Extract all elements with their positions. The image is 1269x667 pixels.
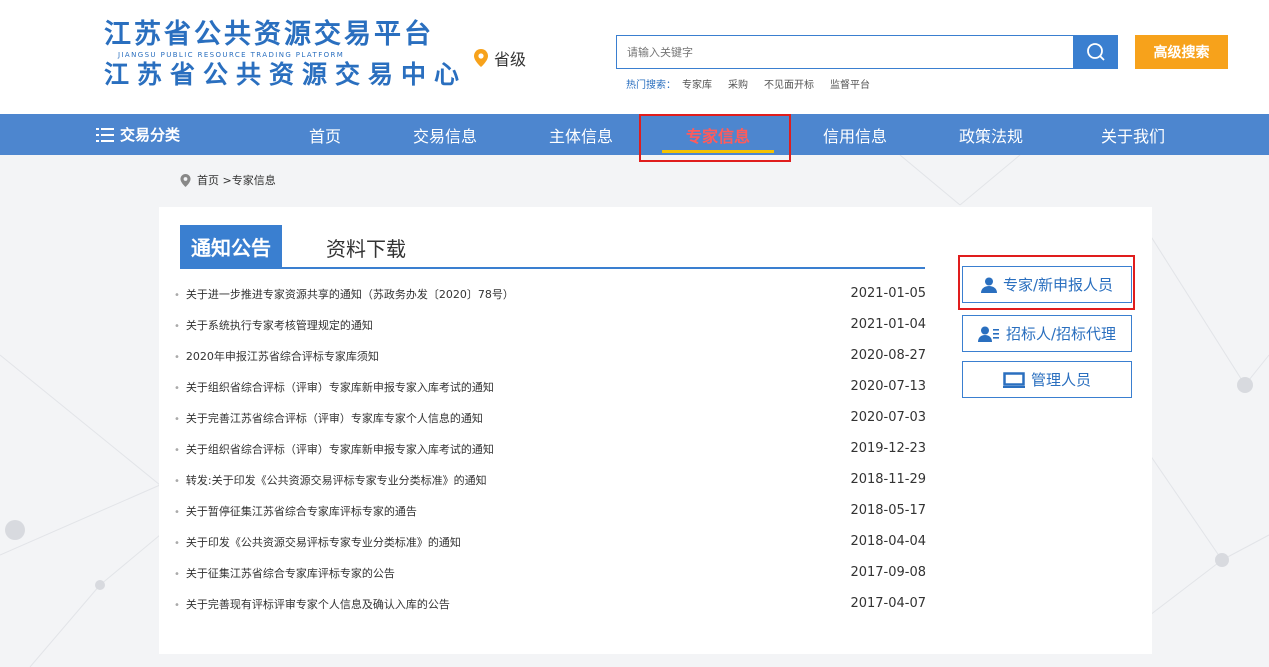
search-icon — [1087, 43, 1105, 61]
notice-date: 2019-12-23 — [850, 441, 926, 456]
location-pin-icon — [180, 173, 191, 187]
breadcrumb: 首页 >专家信息 — [180, 172, 276, 188]
tab-underline — [180, 267, 925, 269]
hot-search-label: 热门搜索： — [626, 80, 676, 91]
list-item[interactable]: 关于进一步推进专家资源共享的通知（苏政务办发〔2020〕78号） 2021-01… — [174, 278, 926, 309]
hot-search-item[interactable]: 不见面开标 — [764, 76, 814, 91]
nav-entity-info[interactable]: 主体信息 — [538, 114, 624, 155]
hot-searches: 热门搜索： 专家库 采购 不见面开标 监督平台 — [626, 76, 880, 91]
notice-title[interactable]: 转发:关于印发《公共资源交易评标专家专业分类标准》的通知 — [174, 472, 487, 488]
location-pin-icon — [474, 49, 488, 67]
notice-date: 2020-07-13 — [850, 379, 926, 394]
logo-center-name: 江苏省公共资源交易中心 — [104, 60, 468, 89]
nav-credit-info[interactable]: 信用信息 — [812, 114, 898, 155]
notice-title[interactable]: 关于进一步推进专家资源共享的通知（苏政务办发〔2020〕78号） — [174, 286, 514, 302]
list-item[interactable]: 关于系统执行专家考核管理规定的通知 2021-01-04 — [174, 309, 926, 340]
users-icon — [977, 326, 999, 342]
notice-title[interactable]: 关于组织省综合评标（评审）专家库新申报专家入库考试的通知 — [174, 441, 494, 457]
list-item[interactable]: 关于印发《公共资源交易评标专家专业分类标准》的通知 2018-04-04 — [174, 526, 926, 557]
nav-category-label: 交易分类 — [120, 126, 181, 144]
nav-home[interactable]: 首页 — [290, 114, 360, 155]
expert-login-button[interactable]: 专家/新申报人员 — [962, 266, 1132, 303]
notice-date: 2021-01-04 — [850, 317, 926, 332]
header: 江苏省公共资源交易平台 JIANGSU PUBLIC RESOURCE TRAD… — [0, 0, 1269, 114]
user-icon — [980, 277, 997, 293]
notice-title[interactable]: 关于印发《公共资源交易评标专家专业分类标准》的通知 — [174, 534, 461, 550]
hot-search-item[interactable]: 专家库 — [682, 76, 712, 91]
list-item[interactable]: 关于组织省综合评标（评审）专家库新申报专家入库考试的通知 2019-12-23 — [174, 433, 926, 464]
nav-expert-info[interactable]: 专家信息 — [650, 114, 786, 155]
search-button[interactable] — [1074, 35, 1118, 69]
notice-date: 2018-04-04 — [850, 534, 926, 549]
notice-date: 2021-01-05 — [850, 286, 926, 301]
hot-search-item[interactable]: 监督平台 — [830, 76, 870, 91]
logo-title: 江苏省公共资源交易平台 — [104, 19, 434, 50]
main-nav: 交易分类 首页 交易信息 主体信息 专家信息 信用信息 政策法规 关于我们 — [0, 114, 1269, 155]
notice-title[interactable]: 2020年申报江苏省综合评标专家库须知 — [174, 348, 379, 364]
notice-title[interactable]: 关于征集江苏省综合专家库评标专家的公告 — [174, 565, 395, 581]
admin-login-button[interactable]: 管理人员 — [962, 361, 1132, 398]
notice-title[interactable]: 关于暂停征集江苏省综合专家库评标专家的通告 — [174, 503, 417, 519]
tenderer-login-button[interactable]: 招标人/招标代理 — [962, 315, 1132, 352]
notice-title[interactable]: 关于完善江苏省综合评标（评审）专家库专家个人信息的通知 — [174, 410, 483, 426]
nav-category-menu[interactable]: 交易分类 — [96, 114, 180, 155]
nav-policy[interactable]: 政策法规 — [948, 114, 1034, 155]
tab-notices[interactable]: 通知公告 — [180, 225, 282, 267]
notice-date: 2018-11-29 — [850, 472, 926, 487]
breadcrumb-text[interactable]: 首页 >专家信息 — [197, 172, 276, 188]
advanced-search-button[interactable]: 高级搜索 — [1135, 35, 1228, 69]
region-label: 省级 — [494, 50, 527, 69]
menu-icon — [96, 127, 114, 142]
notice-date: 2018-05-17 — [850, 503, 926, 518]
search-input[interactable] — [617, 36, 1073, 68]
admin-login-label: 管理人员 — [1030, 371, 1091, 389]
tab-downloads[interactable]: 资料下载 — [326, 230, 406, 264]
notice-date: 2020-08-27 — [850, 348, 926, 363]
notice-list: 关于进一步推进专家资源共享的通知（苏政务办发〔2020〕78号） 2021-01… — [174, 278, 926, 619]
list-item[interactable]: 转发:关于印发《公共资源交易评标专家专业分类标准》的通知 2018-11-29 — [174, 464, 926, 495]
notice-title[interactable]: 关于组织省综合评标（评审）专家库新申报专家入库考试的通知 — [174, 379, 494, 395]
list-item[interactable]: 关于暂停征集江苏省综合专家库评标专家的通告 2018-05-17 — [174, 495, 926, 526]
notice-date: 2017-04-07 — [850, 596, 926, 611]
nav-about[interactable]: 关于我们 — [1090, 114, 1176, 155]
notice-date: 2017-09-08 — [850, 565, 926, 580]
tenderer-login-label: 招标人/招标代理 — [1005, 325, 1117, 343]
list-item[interactable]: 2020年申报江苏省综合评标专家库须知 2020-08-27 — [174, 340, 926, 371]
region-selector[interactable]: 省级 — [474, 46, 526, 70]
list-item[interactable]: 关于征集江苏省综合专家库评标专家的公告 2017-09-08 — [174, 557, 926, 588]
expert-login-label: 专家/新申报人员 — [1002, 276, 1114, 294]
list-item[interactable]: 关于完善江苏省综合评标（评审）专家库专家个人信息的通知 2020-07-03 — [174, 402, 926, 433]
site-logo[interactable]: 江苏省公共资源交易平台 JIANGSU PUBLIC RESOURCE TRAD… — [104, 19, 459, 98]
list-item[interactable]: 关于组织省综合评标（评审）专家库新申报专家入库考试的通知 2020-07-13 — [174, 371, 926, 402]
notice-title[interactable]: 关于系统执行专家考核管理规定的通知 — [174, 317, 373, 333]
search-box — [616, 35, 1074, 69]
notice-date: 2020-07-03 — [850, 410, 926, 425]
nav-trade-info[interactable]: 交易信息 — [402, 114, 488, 155]
monitor-icon — [1002, 371, 1025, 388]
logo-subtitle: JIANGSU PUBLIC RESOURCE TRADING PLATFORM — [118, 51, 345, 59]
list-item[interactable]: 关于完善现有评标评审专家个人信息及确认入库的公告 2017-04-07 — [174, 588, 926, 619]
notice-title[interactable]: 关于完善现有评标评审专家个人信息及确认入库的公告 — [174, 596, 450, 612]
hot-search-item[interactable]: 采购 — [728, 76, 748, 91]
